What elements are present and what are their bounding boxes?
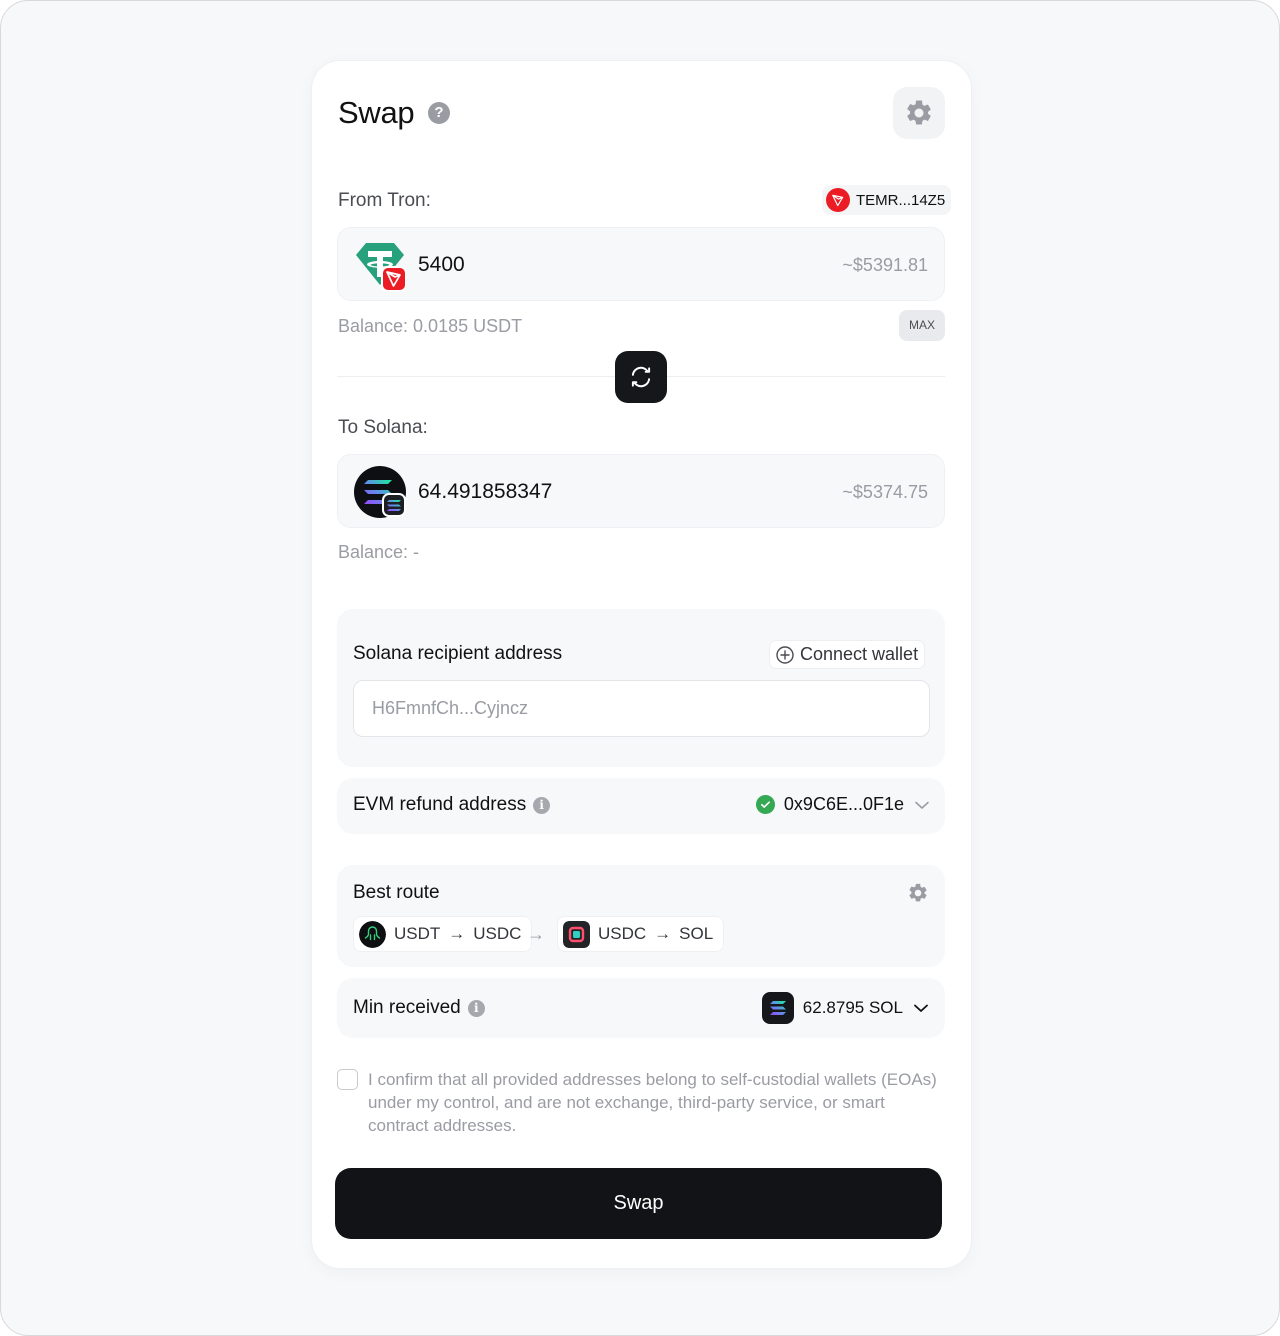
info-icon[interactable]: i bbox=[467, 999, 485, 1017]
switch-direction-button[interactable] bbox=[615, 351, 667, 403]
page-title: Swap bbox=[338, 95, 415, 130]
to-usd-value: ~$5374.75 bbox=[842, 482, 928, 502]
chevron-down-icon bbox=[914, 1004, 928, 1012]
min-received-value: 62.8795 SOL bbox=[802, 998, 903, 1017]
from-label: From Tron: bbox=[338, 190, 431, 211]
confirm-text: I confirm that all provided addresses be… bbox=[368, 1070, 937, 1135]
app-frame: Swap ? From Tron: TEMR...14Z5 ~$5391.81 bbox=[0, 0, 1280, 1336]
from-usd-value: ~$5391.81 bbox=[842, 255, 928, 275]
plus-square-icon bbox=[776, 645, 794, 664]
gear-icon bbox=[907, 100, 931, 125]
sol-icon bbox=[354, 466, 406, 518]
route-step-1-to: USDC bbox=[473, 924, 522, 943]
route-title: Best route bbox=[353, 882, 440, 903]
min-received-panel: Min received i 62.8795 SOL bbox=[337, 978, 945, 1038]
min-received-title: Min received bbox=[353, 997, 461, 1018]
from-balance: Balance: 0.0185 USDT bbox=[338, 316, 523, 336]
to-balance: Balance: - bbox=[338, 542, 420, 562]
min-received-title-row: Min received i bbox=[353, 997, 485, 1019]
refund-panel: EVM refund address i 0x9C6E...0F1e bbox=[337, 778, 945, 834]
sol-icon bbox=[761, 992, 794, 1024]
swap-button[interactable]: Swap bbox=[335, 1168, 942, 1239]
recipient-title: Solana recipient address bbox=[353, 643, 563, 664]
info-icon[interactable]: i bbox=[533, 796, 551, 814]
route-settings-icon[interactable] bbox=[907, 882, 929, 904]
route-step-2-to: SOL bbox=[679, 924, 714, 943]
route-arrow: → bbox=[527, 924, 545, 944]
refund-address: 0x9C6E...0F1e bbox=[783, 794, 904, 814]
from-amount-input[interactable] bbox=[418, 228, 718, 302]
to-amount-box: ~$5374.75 bbox=[337, 454, 945, 529]
tron-icon bbox=[826, 188, 850, 212]
route-step-2-arrow: → bbox=[654, 924, 672, 943]
max-button[interactable]: MAX bbox=[899, 310, 945, 341]
to-label: To Solana: bbox=[338, 417, 428, 438]
swap-arrows-icon bbox=[631, 366, 651, 388]
route-step-2: USDC → SOL bbox=[557, 916, 725, 952]
refund-address-dropdown[interactable]: 0x9C6E...0F1e bbox=[755, 794, 931, 815]
route-step-1-arrow: → bbox=[448, 924, 466, 943]
confirm-checkbox[interactable] bbox=[337, 1069, 358, 1090]
help-icon[interactable]: ? bbox=[428, 102, 450, 124]
route-panel: Best route USDT → USDC → USDC → SOL bbox=[337, 865, 945, 967]
route-step-1-from: USDT bbox=[394, 924, 441, 943]
settings-button[interactable] bbox=[893, 87, 945, 139]
refund-title: EVM refund address bbox=[353, 794, 527, 815]
from-address-chip[interactable]: TEMR...14Z5 bbox=[822, 185, 952, 215]
chevron-down-icon bbox=[915, 801, 929, 809]
dex-square-icon bbox=[563, 920, 590, 948]
refund-title-row: EVM refund address i bbox=[353, 794, 551, 816]
from-address: TEMR...14Z5 bbox=[856, 191, 946, 209]
connect-wallet-label: Connect wallet bbox=[800, 644, 919, 664]
to-amount-input[interactable] bbox=[418, 455, 718, 529]
recipient-address-input[interactable] bbox=[353, 680, 930, 737]
usdt-icon bbox=[356, 243, 406, 291]
route-step-2-from: USDC bbox=[598, 924, 647, 943]
swap-card: Swap ? From Tron: TEMR...14Z5 ~$5391.81 bbox=[312, 61, 971, 1268]
recipient-panel: Solana recipient address Connect wallet bbox=[337, 609, 945, 767]
from-amount-box: ~$5391.81 bbox=[337, 227, 945, 302]
min-received-dropdown[interactable]: 62.8795 SOL bbox=[761, 992, 930, 1024]
dex-octopus-icon bbox=[359, 920, 386, 948]
route-step-1: USDT → USDC bbox=[353, 916, 533, 952]
connect-wallet-button[interactable]: Connect wallet bbox=[769, 640, 926, 669]
check-circle-icon bbox=[755, 795, 775, 814]
